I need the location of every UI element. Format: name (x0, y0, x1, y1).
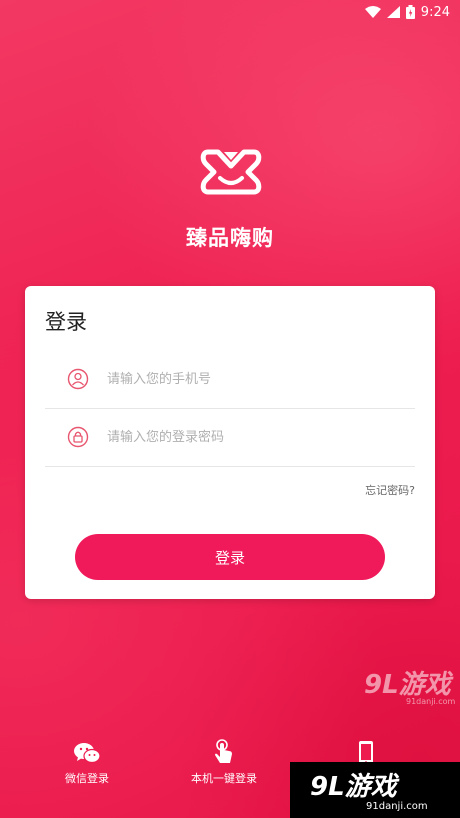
watermark-small-domain: 91danji.com (406, 697, 456, 706)
battery-icon (405, 5, 415, 19)
login-button[interactable]: 登录 (75, 534, 385, 580)
forgot-password-link[interactable]: 忘记密码? (365, 482, 415, 498)
login-title: 登录 (45, 310, 87, 334)
tap-hand-icon (169, 738, 279, 768)
watermark-logo: 9L游戏 (310, 772, 397, 802)
wechat-icon (32, 738, 142, 768)
wifi-icon (364, 6, 381, 18)
one-click-login-option[interactable]: 本机一键登录 (169, 738, 279, 786)
wechat-login-option[interactable]: 微信登录 (32, 738, 142, 786)
login-card: 登录 忘记密码? 登录 (25, 286, 435, 599)
phone-field[interactable] (45, 350, 415, 409)
app-logo-icon (200, 146, 262, 204)
signal-icon (386, 6, 400, 18)
watermark-small-logo: 9L游戏 (364, 670, 451, 700)
lock-icon (67, 426, 89, 448)
watermark-box: 9L游戏 91danji.com (290, 762, 460, 818)
status-time: 9:24 (420, 4, 450, 20)
watermark-domain: 91danji.com (366, 801, 428, 812)
watermark-small: 9L游戏 91danji.com (364, 664, 455, 706)
one-click-login-label: 本机一键登录 (191, 772, 257, 785)
password-field[interactable] (45, 408, 415, 467)
app-name: 臻品嗨购 (186, 226, 274, 250)
status-bar: 9:24 (0, 0, 460, 24)
phone-input[interactable] (105, 370, 369, 388)
wechat-login-label: 微信登录 (65, 772, 109, 785)
user-icon (67, 368, 89, 390)
password-input[interactable] (105, 428, 369, 446)
